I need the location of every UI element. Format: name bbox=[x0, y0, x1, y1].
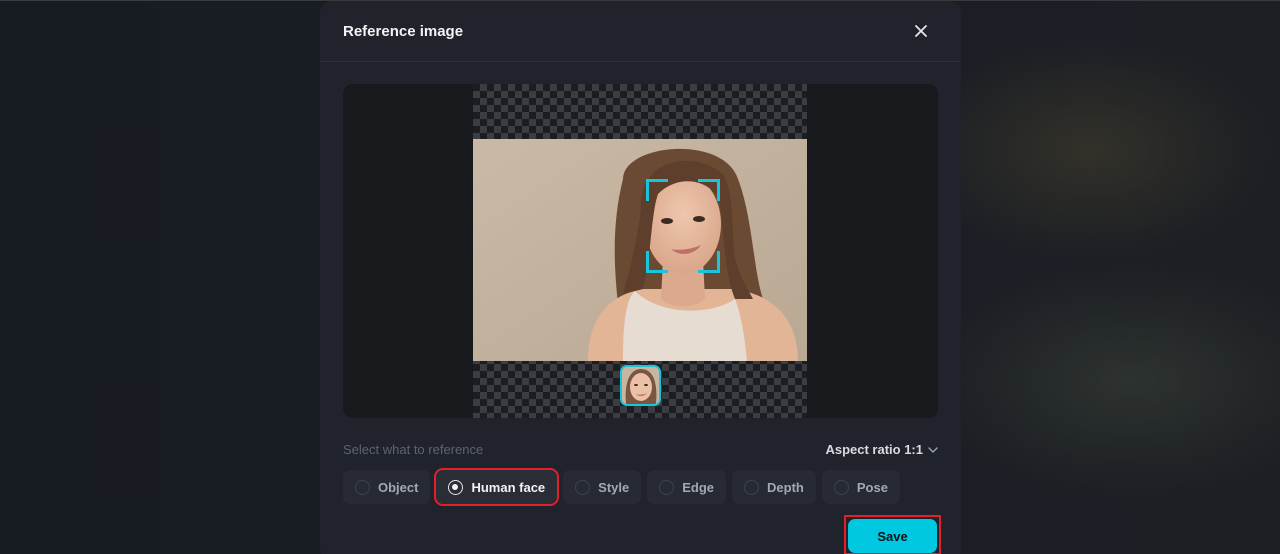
save-button[interactable]: Save bbox=[848, 519, 937, 553]
reference-photo bbox=[473, 139, 807, 361]
portrait-image bbox=[473, 139, 807, 361]
face-thumbnail[interactable] bbox=[620, 365, 661, 406]
radio-icon bbox=[833, 479, 849, 495]
radio-icon bbox=[575, 479, 591, 495]
close-button[interactable] bbox=[911, 21, 931, 41]
chevron-down-icon bbox=[928, 446, 938, 453]
save-button-highlight: Save bbox=[844, 515, 941, 554]
frame-corner-bottom-right bbox=[698, 251, 720, 273]
face-detection-frame[interactable] bbox=[646, 179, 720, 273]
radio-icon bbox=[744, 479, 760, 495]
frame-corner-bottom-left bbox=[646, 251, 668, 273]
option-pose[interactable]: Pose bbox=[821, 470, 900, 504]
option-style[interactable]: Style bbox=[563, 470, 642, 504]
aspect-ratio-label: Aspect ratio 1:1 bbox=[825, 441, 923, 457]
dialog-header: Reference image bbox=[320, 1, 961, 62]
option-object[interactable]: Object bbox=[343, 470, 431, 504]
aspect-ratio-dropdown[interactable]: Aspect ratio 1:1 bbox=[825, 442, 938, 457]
frame-corner-top-right bbox=[698, 179, 720, 201]
radio-icon bbox=[659, 479, 675, 495]
image-preview-area bbox=[343, 84, 938, 418]
reference-image-dialog: Reference image Select what to reference… bbox=[320, 1, 961, 554]
select-reference-label: Select what to reference bbox=[343, 441, 484, 457]
reference-type-options: Object Human face Style Edge Depth Pose bbox=[343, 468, 900, 506]
option-label: Depth bbox=[767, 479, 804, 495]
face-thumbnail-image bbox=[622, 367, 659, 404]
option-human-face[interactable]: Human face bbox=[434, 468, 560, 506]
transparent-canvas bbox=[473, 84, 807, 418]
option-label: Pose bbox=[856, 479, 888, 495]
radio-selected-icon bbox=[448, 479, 464, 495]
reference-section-header: Select what to reference Aspect ratio 1:… bbox=[343, 439, 938, 459]
dialog-title: Reference image bbox=[343, 22, 464, 40]
frame-corner-top-left bbox=[646, 179, 668, 201]
radio-icon bbox=[355, 479, 370, 495]
option-label: Style bbox=[598, 479, 630, 495]
option-depth[interactable]: Depth bbox=[732, 470, 816, 504]
option-label: Human face bbox=[471, 479, 546, 495]
option-edge[interactable]: Edge bbox=[647, 470, 727, 504]
option-label: Edge bbox=[682, 479, 715, 495]
option-label: Object bbox=[378, 479, 419, 495]
close-icon bbox=[915, 25, 927, 37]
